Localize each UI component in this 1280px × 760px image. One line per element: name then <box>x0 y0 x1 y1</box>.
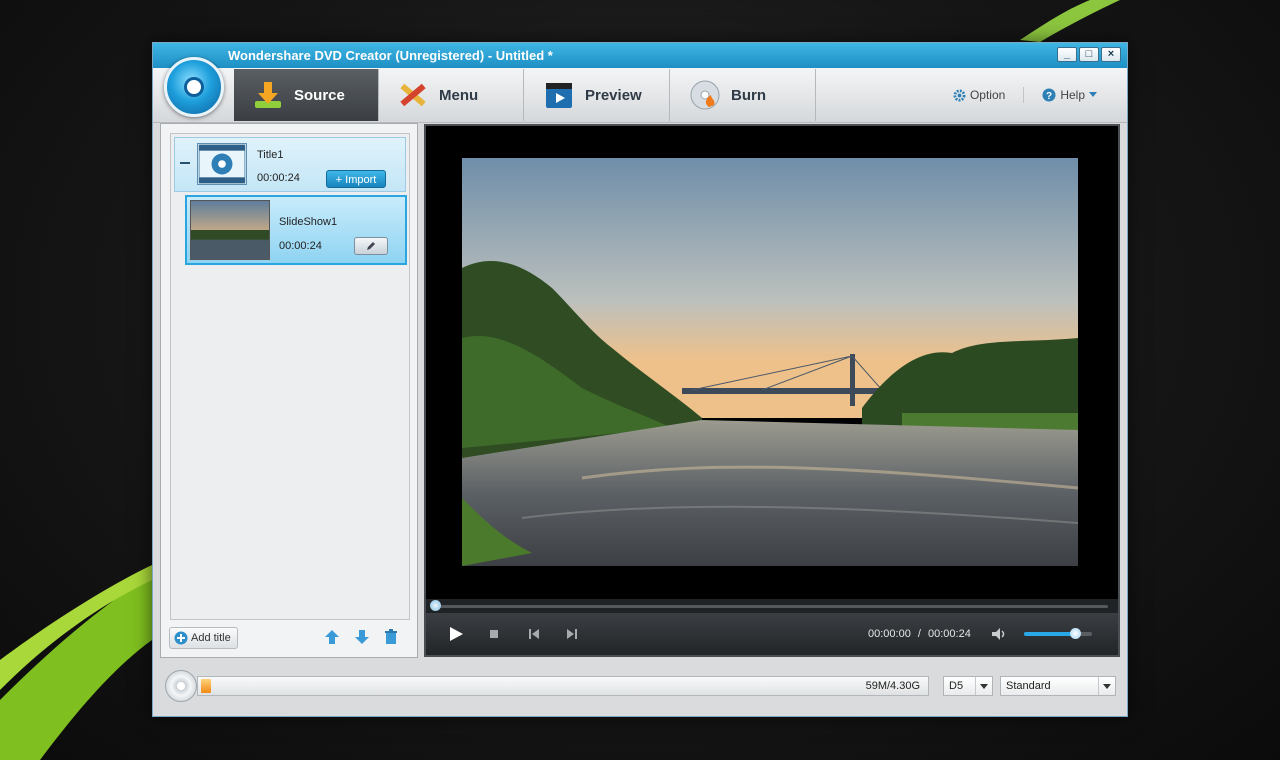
chevron-down-icon <box>1098 677 1115 695</box>
tab-preview-label: Preview <box>585 86 642 104</box>
svg-text:?: ? <box>1046 91 1052 102</box>
clapperboard-play-icon <box>546 83 572 108</box>
disc-capacity-label: 59M/4.30G <box>865 680 920 692</box>
next-icon[interactable] <box>564 626 580 642</box>
title-item[interactable]: Title1 00:00:24 + Import <box>174 137 406 192</box>
help-icon: ? <box>1042 88 1056 102</box>
volume-icon[interactable] <box>991 626 1007 642</box>
tab-burn-label: Burn <box>731 86 766 104</box>
add-title-button[interactable]: Add title <box>169 627 238 649</box>
import-button[interactable]: + Import <box>326 170 386 188</box>
status-bar: 59M/4.30G D5 Standard <box>160 664 1118 710</box>
pencil-icon <box>367 242 375 250</box>
previous-icon[interactable] <box>526 626 542 642</box>
time-display: 00:00:00 / 00:00:24 <box>868 628 971 640</box>
slideshow-item[interactable]: SlideShow1 00:00:24 <box>185 195 407 265</box>
tab-source[interactable]: Source <box>234 69 379 121</box>
chevron-down-icon <box>1089 92 1097 97</box>
quality-select[interactable]: Standard <box>1000 676 1116 696</box>
seek-handle[interactable] <box>430 600 441 611</box>
quality-value: Standard <box>1006 680 1051 692</box>
volume-handle[interactable] <box>1070 628 1081 639</box>
tab-menu-label: Menu <box>439 86 479 104</box>
gear-icon <box>953 88 966 102</box>
app-logo <box>164 57 224 117</box>
option-link[interactable]: Option <box>953 87 1005 103</box>
collapse-toggle[interactable] <box>180 162 190 164</box>
disc-capacity-bar: 59M/4.30G <box>197 676 929 696</box>
trash-icon[interactable] <box>383 629 399 645</box>
title-name: Title1 <box>257 149 284 161</box>
disc-flame-icon <box>690 80 720 110</box>
help-label: Help <box>1060 88 1085 102</box>
player-controls: 00:00:00 / 00:00:24 <box>426 613 1118 655</box>
tab-source-label: Source <box>294 86 345 104</box>
preview-player: 00:00:00 / 00:00:24 <box>424 124 1120 657</box>
download-arrow-icon <box>255 82 281 108</box>
total-time: 00:00:24 <box>928 628 971 640</box>
option-label: Option <box>969 88 1006 102</box>
time-separator: / <box>917 628 921 640</box>
film-reel-icon <box>197 143 247 185</box>
play-icon[interactable] <box>448 626 464 642</box>
minimize-button[interactable]: _ <box>1057 47 1077 62</box>
volume-level <box>1024 632 1075 636</box>
current-time: 00:00:00 <box>868 628 911 640</box>
plus-circle-icon <box>174 631 188 645</box>
stop-icon[interactable] <box>486 626 502 642</box>
disc-icon <box>165 670 197 702</box>
source-panel: Title1 00:00:24 + Import SlideShow1 00:0… <box>160 123 418 658</box>
slideshow-thumbnail <box>190 200 270 260</box>
preview-image <box>462 158 1078 566</box>
pencil-ruler-icon <box>400 83 426 107</box>
main-toolbar: Source Menu Preview Burn Option ? Help <box>153 68 1127 123</box>
tab-preview[interactable]: Preview <box>525 69 670 121</box>
tab-menu[interactable]: Menu <box>379 69 524 121</box>
source-panel-footer: Add title <box>161 621 417 657</box>
toolbar-divider <box>1023 87 1025 103</box>
disc-capacity-fill <box>201 679 211 693</box>
window-title: Wondershare DVD Creator (Unregistered) -… <box>228 48 553 63</box>
slideshow-name: SlideShow1 <box>279 216 338 228</box>
disc-type-select[interactable]: D5 <box>943 676 993 696</box>
move-up-icon[interactable] <box>324 629 340 645</box>
title-list: Title1 00:00:24 + Import SlideShow1 00:0… <box>170 133 410 620</box>
close-button[interactable]: × <box>1101 47 1121 62</box>
maximize-button[interactable]: □ <box>1079 47 1099 62</box>
tab-burn[interactable]: Burn <box>671 69 816 121</box>
title-duration: 00:00:24 <box>257 172 300 184</box>
app-window: Wondershare DVD Creator (Unregistered) -… <box>152 42 1128 717</box>
chevron-down-icon <box>975 677 992 695</box>
seek-bar[interactable] <box>426 599 1118 613</box>
slideshow-duration: 00:00:24 <box>279 240 322 252</box>
edit-slideshow-button[interactable] <box>354 237 388 255</box>
volume-slider[interactable] <box>1024 628 1092 639</box>
title-bar: Wondershare DVD Creator (Unregistered) -… <box>153 43 1127 68</box>
seek-track[interactable] <box>434 605 1108 608</box>
add-title-label: Add title <box>191 632 231 644</box>
disc-type-value: D5 <box>949 680 964 692</box>
move-down-icon[interactable] <box>354 629 370 645</box>
help-link[interactable]: ? Help <box>1042 87 1097 103</box>
